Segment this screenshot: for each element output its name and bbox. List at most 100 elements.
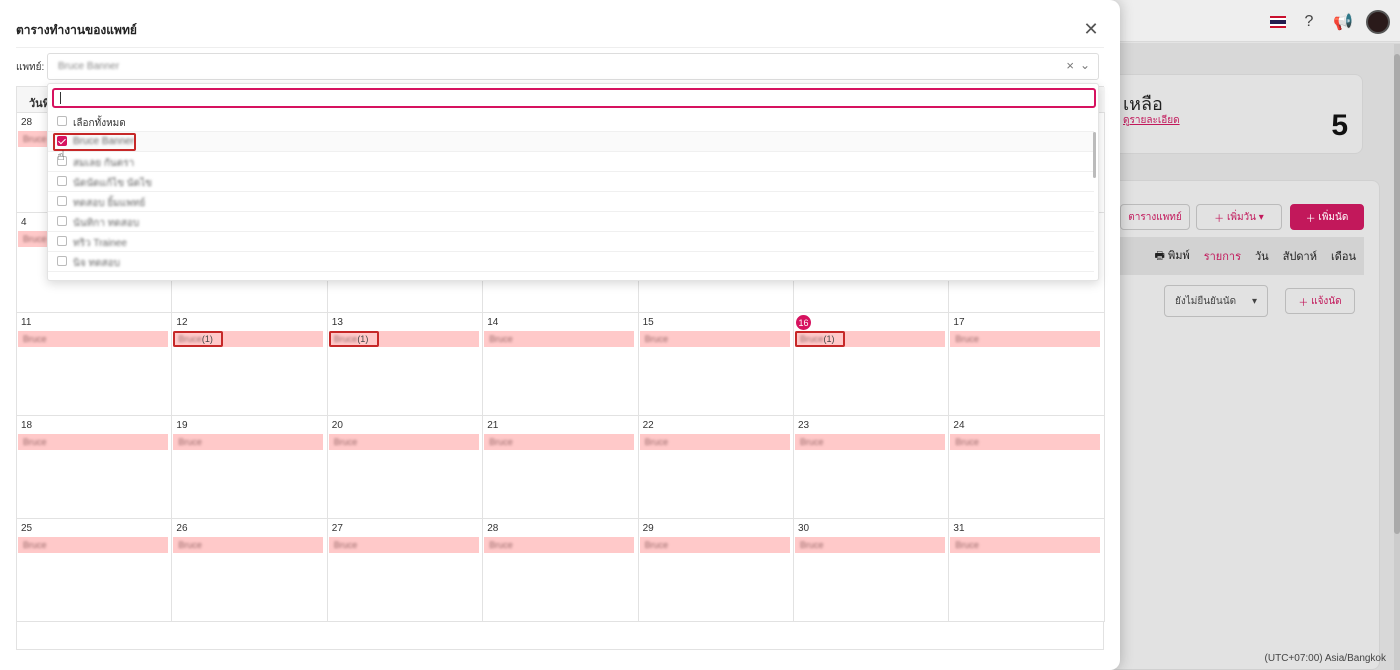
calendar-day[interactable]: 29 Bruce	[638, 519, 794, 621]
calendar-day[interactable]: 22 Bruce	[638, 416, 794, 518]
dropdown-scrollbar[interactable]	[1093, 132, 1096, 178]
clear-icon[interactable]: ×	[1066, 58, 1074, 73]
schedule-event[interactable]: Bruce	[484, 537, 635, 553]
divider	[16, 47, 1104, 48]
caret-down-icon: ▾	[1251, 295, 1257, 307]
doctor-option[interactable]: สมเลย กันตรา	[48, 152, 1094, 172]
schedule-event[interactable]: Bruce	[950, 537, 1101, 553]
schedule-event[interactable]: Bruce	[639, 331, 790, 347]
doctor-schedule-modal: ตารางทำงานของแพทย์ ✕ แพทย์: Bruce Banner…	[0, 0, 1120, 670]
checkbox[interactable]	[57, 116, 67, 126]
event-doctor-name: Bruce	[644, 437, 669, 447]
day-number: 14	[487, 317, 499, 328]
calendar-day[interactable]: 27 Bruce	[327, 519, 484, 621]
plus-icon: ＋	[1305, 213, 1319, 225]
calendar-day[interactable]: 16 Bruce(1)	[794, 313, 950, 415]
schedule-event[interactable]: Bruce	[950, 331, 1101, 347]
calendar-day[interactable]: 31 Bruce	[949, 519, 1105, 621]
calendar-day[interactable]: 12 Bruce(1)	[172, 313, 328, 415]
calendar-day[interactable]: 20 Bruce	[327, 416, 484, 518]
doctor-option[interactable]: ทริว Trainee	[48, 232, 1094, 252]
doctor-schedule-button[interactable]: ตารางแพทย์	[1120, 204, 1190, 230]
calendar-week: 25 Bruce 26 Bruce 27 Bruce 28 Bruce 29 Bruce 30 Bru…	[17, 519, 1105, 622]
print-label: พิมพ์	[1167, 250, 1190, 262]
checkbox[interactable]	[57, 176, 67, 186]
schedule-event[interactable]: Bruce	[795, 434, 945, 450]
tab-month[interactable]: เดือน	[1331, 247, 1356, 265]
checkbox[interactable]	[57, 196, 67, 206]
schedule-event[interactable]: Bruce	[328, 434, 479, 450]
schedule-event[interactable]: Bruce	[18, 537, 168, 553]
tab-list[interactable]: รายการ	[1204, 247, 1241, 265]
calendar-day[interactable]: 23 Bruce	[794, 416, 950, 518]
event-doctor-name: Bruce	[333, 437, 358, 447]
schedule-event[interactable]: Bruce	[173, 434, 324, 450]
calendar-day[interactable]: 19 Bruce	[172, 416, 328, 518]
option-label: นัดนัดแก้ไข นัดไข	[73, 178, 152, 189]
tab-day[interactable]: วัน	[1255, 247, 1269, 265]
doctor-select[interactable]: Bruce Banner × ⌄	[47, 53, 1099, 80]
schedule-event[interactable]: Bruce	[639, 434, 790, 450]
day-number: 13	[331, 317, 343, 328]
calendar-day[interactable]: 18 Bruce	[17, 416, 173, 518]
calendar-day[interactable]: 15 Bruce	[638, 313, 794, 415]
tab-week[interactable]: สัปดาห์	[1283, 247, 1317, 265]
schedule-event[interactable]: Bruce	[639, 537, 790, 553]
day-number: 26	[176, 523, 188, 534]
checkbox[interactable]	[57, 256, 67, 266]
event-doctor-name: Bruce	[955, 334, 979, 344]
chevron-down-icon[interactable]: ⌄	[1080, 58, 1090, 72]
calendar-day[interactable]: 26 Bruce	[172, 519, 328, 621]
schedule-event[interactable]: Bruce	[484, 331, 635, 347]
page-scrollbar[interactable]	[1394, 44, 1400, 670]
calendar-day[interactable]: 17 Bruce	[949, 313, 1105, 415]
event-doctor-name: Bruce	[489, 437, 513, 447]
schedule-event[interactable]: Bruce	[173, 537, 324, 553]
schedule-event[interactable]: Bruce	[328, 537, 479, 553]
calendar-day[interactable]: 30 Bruce	[794, 519, 950, 621]
schedule-event[interactable]: Bruce	[795, 537, 945, 553]
day-number: 28	[21, 117, 33, 128]
checkbox[interactable]	[57, 236, 67, 246]
checkbox[interactable]	[57, 216, 67, 226]
calendar-day[interactable]: 21 Bruce	[483, 416, 639, 518]
details-link[interactable]: ดูรายละเอียด	[1123, 113, 1180, 128]
event-doctor-name: Bruce	[644, 540, 669, 550]
calendar-day[interactable]: 25 Bruce	[17, 519, 173, 621]
doctor-option[interactable]: นิจ ทดสอบ	[48, 252, 1094, 272]
add-day-button[interactable]: ＋ เพิ่มวัน ▾	[1196, 204, 1282, 230]
calendar-day[interactable]: 28 Bruce	[483, 519, 639, 621]
day-number: 28	[487, 523, 499, 534]
doctor-option[interactable]: Bruce Banner	[48, 132, 1094, 152]
calendar-day[interactable]: 14 Bruce	[483, 313, 639, 415]
day-number: 27	[331, 523, 343, 534]
calendar-day[interactable]: 11 Bruce	[17, 313, 173, 415]
print-button[interactable]: 🖶 พิมพ์	[1154, 246, 1189, 266]
day-number: 21	[487, 420, 499, 431]
doctor-option[interactable]: นันทิกา ทดสอบ	[48, 212, 1094, 232]
notify-button[interactable]: ＋ แจ้งนัด	[1285, 288, 1355, 314]
doctor-option[interactable]: นัดนัดแก้ไข นัดไข	[48, 172, 1094, 192]
notify-label: แจ้งนัด	[1311, 295, 1342, 307]
today-date: 16	[796, 315, 811, 330]
schedule-event[interactable]: Bruce	[950, 434, 1101, 450]
avatar[interactable]	[1366, 10, 1390, 34]
event-doctor-name: Bruce	[178, 437, 202, 447]
calendar-day[interactable]: 24 Bruce	[949, 416, 1105, 518]
option-label: นันทิกา ทดสอบ	[73, 218, 140, 229]
schedule-event[interactable]: Bruce	[18, 434, 168, 450]
thai-flag-icon[interactable]	[1270, 16, 1286, 28]
help-icon[interactable]: ?	[1298, 11, 1320, 33]
megaphone-icon[interactable]: 📢	[1332, 11, 1354, 33]
calendar-day[interactable]: 13 Bruce(1)	[327, 313, 484, 415]
schedule-event[interactable]: Bruce	[18, 331, 168, 347]
status-select[interactable]: ยังไม่ยืนยันนัด ▾	[1164, 285, 1268, 317]
schedule-event[interactable]: Bruce	[484, 434, 635, 450]
add-day-label: เพิ่มวัน	[1226, 211, 1257, 223]
add-appointment-button[interactable]: ＋ เพิ่มนัด	[1290, 204, 1364, 230]
close-icon[interactable]: ✕	[1082, 19, 1100, 39]
option-select-all[interactable]: เลือกทั้งหมด	[48, 112, 1094, 132]
dropdown-search-input[interactable]	[52, 88, 1096, 108]
doctor-option[interactable]: ทดสอบ ยิ้มแพทย์	[48, 192, 1094, 212]
day-number: 22	[642, 420, 654, 431]
